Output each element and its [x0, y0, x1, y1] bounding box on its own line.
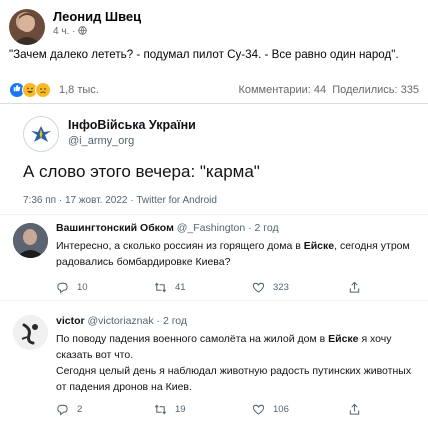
share-button[interactable]	[348, 281, 361, 294]
comment-icon	[57, 404, 68, 416]
reply-actions: 10 41 323	[56, 281, 396, 295]
reply-header: victor @victoriaznak · 2 год	[56, 315, 187, 327]
reply-author-name[interactable]: victor	[56, 315, 85, 327]
org-name[interactable]: ІнфоВійська України	[68, 118, 196, 132]
tweet-text: А слово этого вечера: "карма"	[23, 162, 260, 181]
post-time[interactable]: 4 ч. ·	[53, 26, 78, 37]
reply-count: 10	[77, 282, 88, 293]
reply-handle[interactable]: @_Fashington · 2 год	[177, 222, 279, 234]
like-button[interactable]: 323	[252, 281, 289, 294]
retweet-icon	[154, 404, 167, 415]
reply-tweet: Вашингтонский Обком @_Fashington · 2 год…	[0, 215, 428, 299]
sad-reaction-icon	[35, 82, 51, 98]
retweet-icon	[154, 282, 167, 293]
like-button[interactable]: 106	[252, 403, 289, 416]
org-handle[interactable]: @i_army_org	[68, 135, 134, 147]
post-stats: Комментарии: 44 Поделились: 335	[238, 84, 419, 96]
like-count: 106	[273, 404, 289, 415]
comment-icon	[57, 282, 68, 294]
share-icon	[349, 281, 360, 293]
reply-text-part: По поводу падения военного самолёта на ж…	[56, 333, 329, 345]
reactions-count: 1,8 тыс.	[59, 84, 99, 96]
reply-text-bold: Ейске	[303, 240, 335, 252]
reply-button[interactable]: 2	[56, 403, 82, 416]
reply-count: 2	[77, 404, 83, 415]
org-avatar[interactable]	[23, 116, 59, 152]
retweet-button[interactable]: 19	[154, 403, 186, 416]
reply-text-bold: Ейске	[328, 333, 359, 345]
share-button[interactable]	[348, 403, 361, 416]
comments-count[interactable]: Комментарии: 44	[238, 84, 326, 96]
reply-button[interactable]: 10	[56, 281, 88, 294]
author-name[interactable]: Леонид Швец	[53, 9, 141, 24]
like-count: 323	[273, 282, 289, 293]
reply-handle[interactable]: @victoriaznak · 2 год	[88, 315, 188, 327]
reply-text: По поводу падения военного самолёта на ж…	[56, 331, 421, 395]
reply-avatar[interactable]	[13, 223, 48, 258]
globe-icon	[78, 26, 87, 35]
share-icon	[349, 403, 360, 415]
heart-icon	[252, 404, 265, 415]
retweet-button[interactable]: 41	[154, 281, 186, 294]
reply-actions: 2 19 106	[56, 403, 396, 417]
reply-avatar[interactable]	[13, 315, 48, 350]
tweet-date[interactable]: 7:36 пп · 17 жовт. 2022 · Twitter for An…	[23, 195, 217, 206]
reply-text: Интересно, а сколько россиян из горящего…	[56, 238, 421, 270]
heart-icon	[252, 282, 265, 293]
section-divider	[0, 103, 428, 104]
reply-header: Вашингтонский Обком @_Fashington · 2 год	[56, 222, 279, 234]
reply-author-name[interactable]: Вашингтонский Обком	[56, 222, 174, 234]
retweet-count: 19	[175, 404, 186, 415]
reply-tweet: victor @victoriaznak · 2 год По поводу п…	[0, 301, 428, 423]
post-meta: 4 ч. ·	[53, 26, 87, 37]
shares-count[interactable]: Поделились: 335	[332, 84, 419, 96]
reactions-summary[interactable]: 1,8 тыс.	[9, 82, 99, 98]
facebook-post: Леонид Швец 4 ч. · "Зачем далеко лететь?…	[0, 0, 428, 102]
retweet-count: 41	[175, 282, 186, 293]
author-avatar[interactable]	[9, 9, 45, 45]
reply-text-part: Интересно, а сколько россиян из горящего…	[56, 240, 304, 252]
post-text: "Зачем далеко лететь? - подумал пилот Су…	[9, 48, 399, 61]
reply-text-part: Сегодня целый день я наблюдал животную р…	[56, 365, 412, 393]
